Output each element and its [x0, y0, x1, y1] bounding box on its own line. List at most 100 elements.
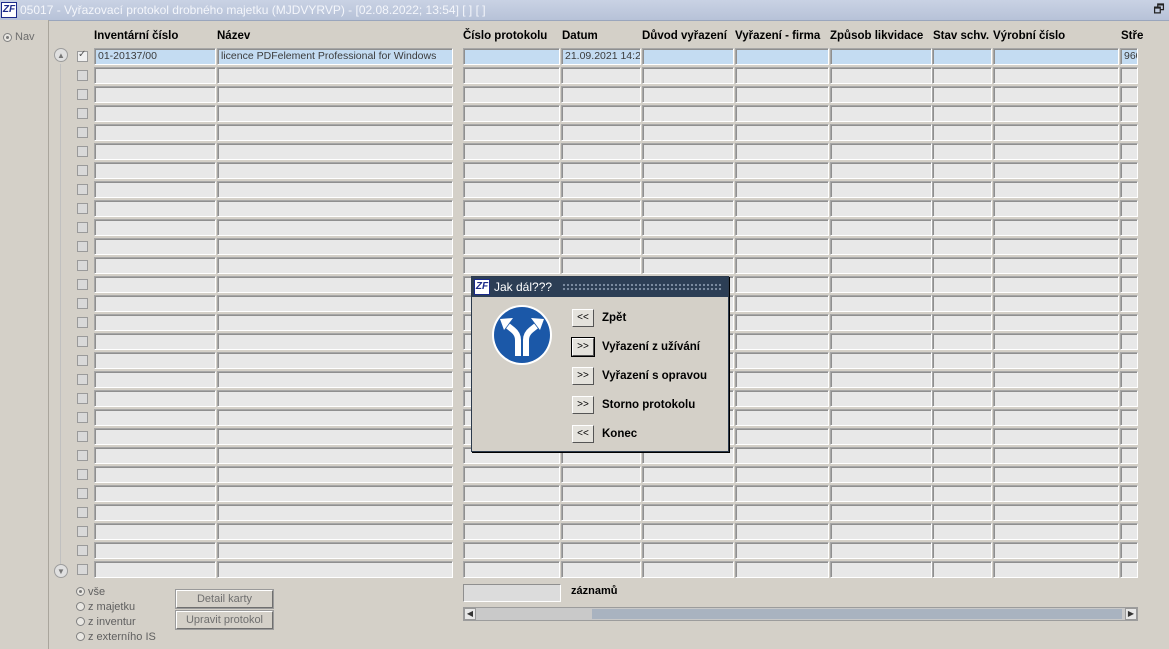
table-cell[interactable] — [561, 143, 641, 160]
table-cell[interactable] — [463, 504, 560, 521]
table-cell[interactable] — [561, 124, 641, 141]
table-cell[interactable] — [932, 257, 992, 274]
table-cell[interactable] — [642, 561, 734, 578]
row-checkbox[interactable] — [77, 108, 88, 119]
table-cell[interactable] — [1120, 143, 1138, 160]
table-cell[interactable] — [463, 143, 560, 160]
table-cell[interactable] — [1120, 333, 1138, 350]
row-checkbox[interactable] — [77, 260, 88, 271]
table-cell[interactable] — [642, 542, 734, 559]
table-cell[interactable] — [830, 86, 932, 103]
table-cell[interactable] — [735, 48, 829, 65]
table-cell[interactable] — [561, 238, 641, 255]
dispose-from-use-label[interactable]: Vyřazení z užívání — [602, 341, 700, 353]
table-cell[interactable] — [932, 447, 992, 464]
table-cell[interactable] — [830, 371, 932, 388]
table-cell[interactable] — [463, 466, 560, 483]
table-cell[interactable] — [1120, 181, 1138, 198]
table-cell[interactable] — [1120, 504, 1138, 521]
table-cell[interactable] — [642, 124, 734, 141]
filter-option-from-inventories[interactable]: z inventur — [76, 614, 156, 629]
table-cell[interactable] — [830, 48, 932, 65]
table-cell[interactable] — [993, 67, 1119, 84]
row-checkbox[interactable] — [77, 49, 88, 62]
table-cell[interactable] — [993, 86, 1119, 103]
table-cell[interactable] — [642, 238, 734, 255]
scroll-thumb[interactable] — [592, 609, 1122, 619]
table-cell[interactable] — [735, 447, 829, 464]
restore-window-icon[interactable]: 🗗 — [1152, 2, 1166, 16]
table-cell[interactable] — [1120, 390, 1138, 407]
filter-option-from-assets[interactable]: z majetku — [76, 599, 156, 614]
table-cell[interactable] — [561, 105, 641, 122]
table-cell[interactable] — [993, 333, 1119, 350]
table-cell[interactable] — [217, 105, 453, 122]
cancel-protocol-label[interactable]: Storno protokolu — [602, 399, 695, 411]
table-cell[interactable] — [1120, 409, 1138, 426]
column-header-name[interactable]: Název — [217, 30, 250, 42]
table-cell[interactable] — [463, 257, 560, 274]
table-cell[interactable] — [932, 428, 992, 445]
table-cell[interactable] — [642, 67, 734, 84]
row-checkbox[interactable] — [77, 336, 88, 347]
row-checkbox[interactable] — [77, 203, 88, 214]
table-cell[interactable] — [94, 466, 216, 483]
table-cell[interactable] — [561, 466, 641, 483]
table-cell[interactable] — [94, 124, 216, 141]
table-cell[interactable] — [830, 219, 932, 236]
table-cell[interactable] — [993, 409, 1119, 426]
table-cell[interactable] — [94, 561, 216, 578]
table-cell[interactable] — [830, 314, 932, 331]
scroll-down-icon[interactable]: ▼ — [54, 564, 68, 578]
table-cell[interactable] — [94, 86, 216, 103]
table-cell[interactable] — [735, 219, 829, 236]
table-cell[interactable] — [932, 485, 992, 502]
table-cell[interactable] — [463, 219, 560, 236]
table-cell[interactable] — [830, 561, 932, 578]
table-cell[interactable] — [932, 219, 992, 236]
table-cell[interactable] — [735, 523, 829, 540]
table-cell[interactable] — [932, 542, 992, 559]
column-header-serial-number[interactable]: Výrobní číslo — [993, 30, 1065, 42]
nav-radio[interactable]: Nav — [3, 31, 35, 43]
table-cell[interactable] — [94, 162, 216, 179]
table-cell[interactable] — [932, 67, 992, 84]
table-cell[interactable] — [642, 48, 734, 65]
table-cell[interactable] — [1120, 561, 1138, 578]
table-cell[interactable] — [735, 390, 829, 407]
table-cell[interactable] — [830, 257, 932, 274]
dialog-titlebar[interactable]: ZF Jak dál??? — [472, 277, 728, 297]
table-cell[interactable] — [932, 181, 992, 198]
table-cell[interactable] — [561, 485, 641, 502]
table-cell[interactable] — [1120, 314, 1138, 331]
table-cell[interactable] — [217, 409, 453, 426]
table-cell[interactable] — [932, 86, 992, 103]
row-checkbox[interactable] — [77, 298, 88, 309]
column-header-date[interactable]: Datum — [562, 30, 598, 42]
table-cell[interactable] — [932, 333, 992, 350]
table-cell[interactable] — [735, 371, 829, 388]
table-cell[interactable] — [217, 504, 453, 521]
table-cell[interactable] — [217, 428, 453, 445]
table-cell[interactable] — [463, 238, 560, 255]
table-cell[interactable] — [463, 542, 560, 559]
table-cell[interactable] — [217, 200, 453, 217]
table-cell[interactable] — [642, 86, 734, 103]
table-cell[interactable] — [1120, 295, 1138, 312]
table-cell[interactable] — [735, 314, 829, 331]
table-cell[interactable] — [217, 86, 453, 103]
table-cell[interactable] — [217, 561, 453, 578]
filter-option-all[interactable]: vše — [76, 584, 156, 599]
table-cell[interactable] — [830, 67, 932, 84]
table-cell[interactable] — [642, 504, 734, 521]
table-cell[interactable] — [1120, 86, 1138, 103]
table-cell[interactable] — [463, 124, 560, 141]
table-cell[interactable] — [1120, 238, 1138, 255]
table-cell[interactable] — [94, 200, 216, 217]
table-cell[interactable] — [217, 542, 453, 559]
table-cell[interactable] — [993, 181, 1119, 198]
row-checkbox[interactable] — [77, 488, 88, 499]
table-cell[interactable] — [735, 542, 829, 559]
table-cell[interactable] — [94, 257, 216, 274]
table-cell[interactable] — [993, 200, 1119, 217]
